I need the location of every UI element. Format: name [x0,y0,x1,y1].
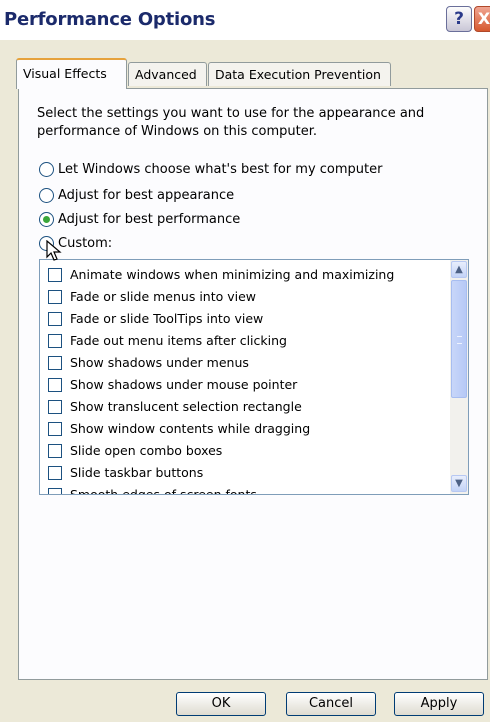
checkbox-label: Fade or slide ToolTips into view [70,311,264,326]
ok-button[interactable]: OK [176,692,266,716]
close-button[interactable]: X [474,6,490,32]
checkbox-label: Animate windows when minimizing and maxi… [70,267,395,282]
checkbox-label: Smooth edges of screen fonts [70,487,257,495]
radio-label: Let Windows choose what's best for my co… [58,162,383,177]
radio-button[interactable] [39,162,54,177]
checkbox-label: Slide open combo boxes [70,443,223,458]
grip-icon [457,336,462,344]
scroll-up-button[interactable]: ▲ [451,261,467,278]
title-bar[interactable]: Performance Options ? X [0,0,490,40]
chevron-up-icon: ▲ [455,264,463,275]
apply-button[interactable]: Apply [394,692,484,716]
checkbox-label: Slide taskbar buttons [70,465,204,480]
dialog-title: Performance Options [4,9,216,30]
checkbox[interactable] [48,290,62,304]
radio-button[interactable] [39,188,54,203]
checkbox[interactable] [48,356,62,370]
scroll-down-button[interactable]: ▼ [451,475,467,492]
checkbox[interactable] [48,422,62,436]
scroll-thumb[interactable] [451,280,467,398]
vertical-scrollbar[interactable]: ▲ ▼ [450,260,468,494]
selected-dot [43,216,50,223]
help-icon: ? [454,9,464,29]
mouse-pointer-icon [46,240,62,261]
radio-label: Adjust for best performance [58,212,241,227]
radio-button-selected[interactable] [39,212,54,227]
tab-data-execution-prevention[interactable]: Data Execution Prevention [208,62,391,86]
close-icon: X [477,9,490,28]
checkbox[interactable] [48,400,62,414]
visual-effects-panel: Select the settings you want to use for … [18,88,488,680]
checkbox-label: Fade out menu items after clicking [70,333,287,348]
settings-description: Select the settings you want to use for … [37,106,425,139]
checkbox[interactable] [48,378,62,392]
checkbox-label: Fade or slide menus into view [70,289,257,304]
radio-label: Adjust for best appearance [58,188,235,203]
checkbox[interactable] [48,268,62,282]
checkbox[interactable] [48,444,62,458]
help-button[interactable]: ? [446,6,472,32]
checkbox-label: Show shadows under menus [70,355,249,370]
chevron-down-icon: ▼ [455,478,463,489]
tab-visual-effects[interactable]: Visual Effects [16,58,127,89]
radio-label: Custom: [58,236,113,251]
checkbox-label: Show window contents while dragging [70,421,311,436]
cancel-button[interactable]: Cancel [286,692,376,716]
visual-effects-list[interactable]: Animate windows when minimizing and maxi… [39,259,469,495]
checkbox[interactable] [48,466,62,480]
tab-advanced[interactable]: Advanced [128,62,207,86]
checkbox[interactable] [48,312,62,326]
checkbox[interactable] [48,334,62,348]
checkbox[interactable] [48,488,62,494]
checkbox-label: Show translucent selection rectangle [70,399,302,414]
checkbox-label: Show shadows under mouse pointer [70,377,298,392]
performance-options-dialog: Performance Options ? X Visual Effects A… [0,0,490,722]
